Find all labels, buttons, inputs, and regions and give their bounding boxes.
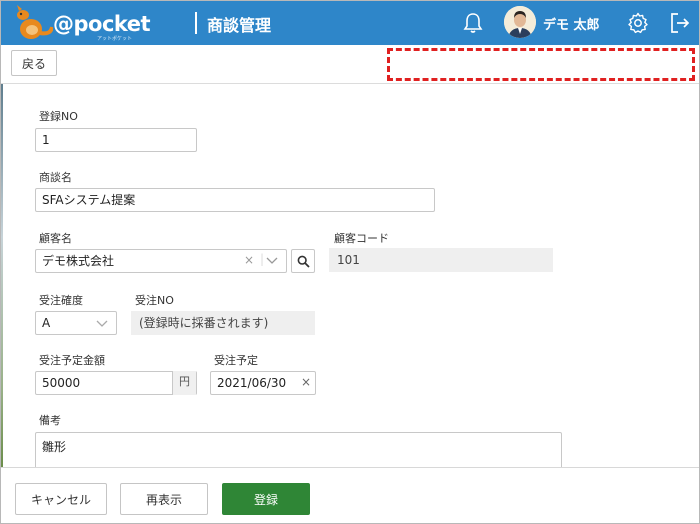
customer-value: デモ株式会社 (42, 254, 115, 268)
avatar-photo-icon (504, 6, 536, 38)
redisplay-button[interactable]: 再表示 (120, 483, 208, 515)
deal-name-label: 商談名 (39, 171, 72, 184)
order-certainty-label: 受注確度 (39, 294, 83, 307)
background-edge (1, 84, 3, 467)
currency-unit: 円 (172, 371, 196, 395)
cancel-button[interactable]: キャンセル (15, 483, 107, 515)
expected-date-label: 受注予定 (214, 354, 258, 367)
expected-date-value: 2021/06/30 (217, 376, 287, 390)
chevron-down-icon[interactable] (96, 320, 108, 328)
kangaroo-logo-icon (17, 5, 53, 39)
header-divider (195, 12, 197, 34)
clear-icon[interactable]: × (244, 253, 254, 267)
toolbar: 戻る (1, 45, 699, 84)
app-window: @pocket アットポケット 商談管理 デモ 太郎 戻る 登録NO 1 商談名… (0, 0, 700, 524)
order-no-value: (登録時に採番されます) (131, 311, 315, 335)
user-name[interactable]: デモ 太郎 (543, 14, 600, 33)
expected-amount-label: 受注予定金額 (39, 354, 105, 367)
customer-search-button[interactable] (291, 249, 315, 273)
remarks-value: 雛形 (42, 440, 67, 454)
brand-subtitle: アットポケット (97, 36, 133, 42)
order-certainty-value: A (42, 316, 51, 330)
expected-amount-value: 50000 (42, 376, 81, 390)
customer-code-value: 101 (329, 248, 553, 272)
back-button[interactable]: 戻る (11, 50, 57, 76)
register-button[interactable]: 登録 (222, 483, 310, 515)
clear-date-icon[interactable]: × (301, 375, 311, 389)
reg-no-label: 登録NO (39, 110, 78, 123)
remarks-label: 備考 (39, 414, 61, 427)
brand-name: @pocket (53, 12, 151, 36)
page-title: 商談管理 (207, 16, 272, 35)
deal-form: 登録NO 1 商談名 SFAシステム提案 顧客名 デモ株式会社 × | 顧客コー… (1, 84, 699, 472)
remarks-textarea[interactable]: 雛形 (35, 432, 562, 472)
footer-actions: キャンセル 再表示 登録 (1, 467, 699, 523)
customer-label: 顧客名 (39, 232, 72, 245)
app-header: @pocket アットポケット 商談管理 デモ 太郎 (1, 1, 699, 45)
chevron-down-icon[interactable] (266, 257, 278, 265)
logout-icon[interactable] (668, 11, 692, 35)
avatar[interactable] (504, 6, 536, 38)
select-divider: | (260, 252, 265, 266)
highlight-region (387, 48, 695, 81)
app-logo[interactable]: @pocket アットポケット (9, 5, 151, 42)
gear-icon[interactable] (626, 11, 650, 35)
reg-no-input[interactable]: 1 (35, 128, 197, 152)
deal-name-input[interactable]: SFAシステム提案 (35, 188, 435, 212)
bell-icon[interactable] (461, 11, 485, 35)
order-no-label: 受注NO (135, 294, 174, 307)
search-icon (297, 255, 310, 268)
customer-code-label: 顧客コード (334, 232, 389, 245)
